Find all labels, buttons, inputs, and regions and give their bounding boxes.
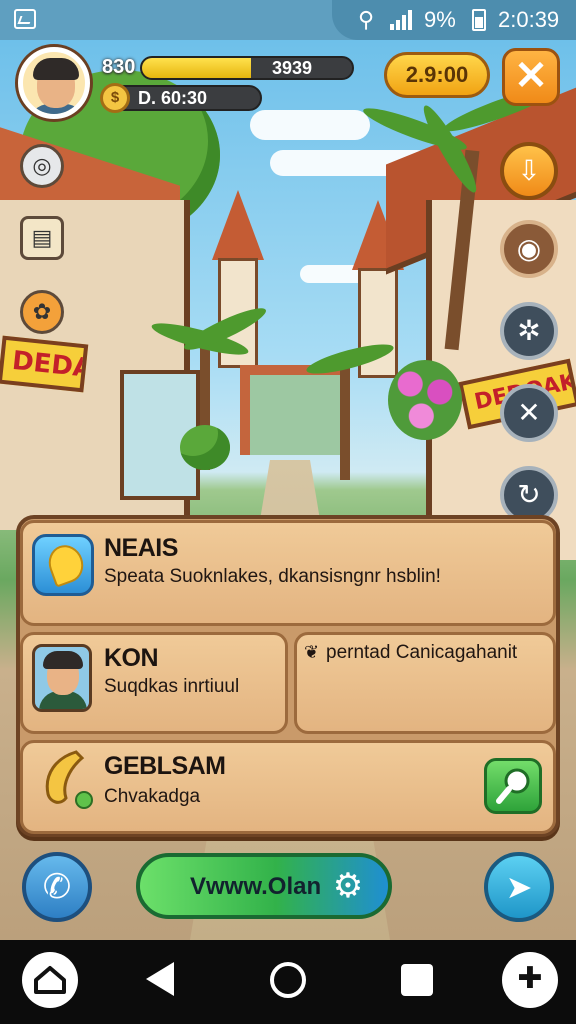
bush	[180, 425, 230, 470]
recents-icon[interactable]	[401, 964, 433, 996]
main-action-label: Vwww.Olan	[190, 873, 322, 900]
coin-icon: $	[100, 83, 130, 113]
person-avatar-icon	[32, 644, 92, 712]
gamepad-icon[interactable]: ✚	[502, 952, 558, 1008]
cloud	[250, 110, 370, 140]
gear-icon[interactable]: ⚙	[330, 868, 366, 904]
xp-value: 3939	[272, 58, 313, 78]
player-avatar[interactable]	[18, 47, 90, 119]
row3-title: GEBLSAM	[104, 752, 226, 780]
battery-percent: 9%	[424, 7, 456, 32]
flower-bush	[388, 360, 462, 440]
xp-bar	[140, 56, 354, 80]
map-icon[interactable]: ▤	[20, 216, 64, 260]
row2-right-text: perntad Canicagahanit	[326, 642, 518, 663]
row3-subtitle: Chvakadga	[104, 786, 201, 807]
system-nav-bar: ✚	[0, 940, 576, 1024]
left-shop-sign: DEDAA	[0, 335, 89, 393]
player-level: 830	[102, 56, 136, 78]
signal-icon	[390, 10, 416, 30]
phone-button[interactable]: ✆	[22, 852, 92, 922]
globe-icon[interactable]: ◎	[20, 144, 64, 188]
banana-item-icon	[36, 748, 94, 810]
status-time: 2:0:39	[498, 7, 560, 32]
xp-bar-fill	[142, 58, 252, 78]
row2-title: KON	[104, 644, 159, 672]
row1-subtitle: Speata Suoknlakes, dkansisngnr hsblin!	[104, 566, 441, 587]
leaf-icon: ❦	[304, 642, 320, 663]
status-right-group: ⚲ 9% 2:0:39	[332, 0, 576, 40]
battery-icon	[472, 9, 486, 31]
search-button[interactable]	[484, 758, 542, 814]
gold-amount-button[interactable]: 2.9:00	[384, 52, 490, 98]
tower-roof	[212, 190, 264, 260]
close-button[interactable]: ✕	[502, 48, 560, 106]
download-button[interactable]: ⇩	[500, 142, 558, 200]
palm-trunk	[340, 360, 350, 480]
panel-row-3[interactable]	[20, 740, 556, 834]
speech-bubble-icon	[32, 534, 94, 596]
gallery-icon	[14, 9, 36, 29]
status-bar: ⚲ 9% 2:0:39	[0, 0, 576, 40]
row1-title: NEAIS	[104, 534, 178, 562]
camera-button[interactable]: ◉	[500, 220, 558, 278]
tools-button[interactable]: ✕	[500, 384, 558, 442]
fruit-icon[interactable]: ✿	[20, 290, 64, 334]
back-icon[interactable]	[146, 962, 174, 996]
home-icon[interactable]	[22, 952, 78, 1008]
row2-subtitle: Suqdkas inrtiuul	[104, 676, 240, 697]
village-gate	[240, 365, 350, 455]
coin-value: D. 60:30	[138, 88, 208, 108]
wifi-icon: ⚲	[358, 8, 375, 33]
settings-gear-button[interactable]: ✲	[500, 302, 558, 360]
home-circle-icon[interactable]	[270, 962, 306, 998]
send-button[interactable]: ➤	[484, 852, 554, 922]
